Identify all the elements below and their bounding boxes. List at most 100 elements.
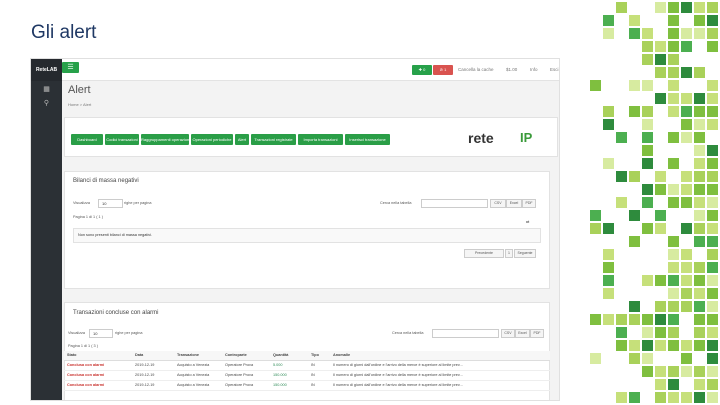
mosaic-square: [694, 327, 705, 338]
status-cell[interactable]: Conclusa con alarmi: [64, 370, 132, 381]
logout-link[interactable]: Esci: [550, 67, 559, 72]
grid-icon[interactable]: ▦: [42, 85, 51, 94]
section1-search-input[interactable]: [421, 199, 488, 208]
mosaic-square: [603, 249, 614, 260]
mosaic-square: [655, 392, 666, 403]
share-icon[interactable]: ⚲: [42, 99, 51, 108]
section1-paging-info: Pagina 1 di 1 ( 1 ): [73, 215, 103, 219]
breadcrumb[interactable]: Home > Alert: [68, 102, 91, 107]
mosaic-square: [642, 184, 653, 195]
mosaic-square: [694, 93, 705, 104]
alerts-badge[interactable]: ⊘ 1: [433, 65, 453, 75]
mosaic-square: [681, 301, 692, 312]
column-header[interactable]: Anomalie: [330, 351, 550, 361]
mosaic-square: [694, 236, 705, 247]
column-header[interactable]: Quantità: [270, 351, 308, 361]
mosaic-square: [642, 197, 653, 208]
section1-empty-message: Non sono presenti bilanci di massa negat…: [78, 233, 153, 237]
mosaic-square: [681, 223, 692, 234]
mosaic-square: [616, 327, 627, 338]
section1-page-button[interactable]: 1: [505, 249, 513, 258]
mosaic-square: [616, 340, 627, 351]
column-header[interactable]: Stato: [64, 351, 132, 361]
mosaic-square: [694, 379, 705, 390]
mosaic-square: [707, 41, 718, 52]
logo-rete-text: rete: [468, 130, 494, 146]
mosaic-square: [603, 158, 614, 169]
page-title: Alert: [68, 84, 91, 96]
column-header[interactable]: Data: [132, 351, 174, 361]
nav-codici-button[interactable]: Codici transazioni: [105, 134, 139, 145]
currency-link[interactable]: $1.00: [506, 67, 517, 72]
column-header[interactable]: Controparte: [222, 351, 270, 361]
mosaic-square: [681, 262, 692, 273]
mosaic-square: [707, 366, 718, 377]
section1-prev-button[interactable]: Precedente: [464, 249, 504, 258]
clear-cache-link[interactable]: Cancella la cache: [458, 67, 494, 72]
table-row[interactable]: Conclusa con alarmi 2019-12-19 Acquisto …: [64, 380, 550, 391]
mosaic-square: [694, 15, 705, 26]
mosaic-square: [655, 184, 666, 195]
nav-importa-button[interactable]: Importa transazioni: [298, 134, 343, 145]
mosaic-square: [707, 28, 718, 39]
section1-csv-button[interactable]: CSV: [490, 199, 506, 208]
mosaic-square: [655, 366, 666, 377]
section1-pdf-button[interactable]: PDF: [522, 199, 536, 208]
mosaic-square: [668, 132, 679, 143]
nav-periodiche-button[interactable]: Operazioni periodiche: [191, 134, 233, 145]
nav-inserisci-button[interactable]: Inserisci transazione: [345, 134, 390, 145]
mosaic-square: [707, 197, 718, 208]
section2-search-input[interactable]: [432, 329, 499, 338]
nav-dashboard-button[interactable]: Dashboard: [71, 134, 103, 145]
mosaic-square: [668, 288, 679, 299]
mosaic-square: [694, 223, 705, 234]
mosaic-square: [642, 353, 653, 364]
transaction-cell: Acquisto a Venezia: [174, 380, 222, 391]
section1-rows-label: righe per pagina: [124, 201, 152, 205]
date-cell: 2019-12-19: [132, 360, 174, 371]
counterpart-cell: Operatore Prova: [222, 360, 270, 371]
status-cell[interactable]: Conclusa con alarmi: [64, 380, 132, 391]
status-cell[interactable]: Conclusa con alarmi: [64, 360, 132, 371]
mosaic-square: [681, 184, 692, 195]
column-visibility-icon[interactable]: ⇄: [526, 219, 529, 224]
column-header[interactable]: Tipo: [308, 351, 330, 361]
mosaic-square: [655, 2, 666, 13]
mosaic-square: [616, 392, 627, 403]
section2-rows-select[interactable]: 10: [89, 329, 113, 338]
nav-registrate-button[interactable]: Transazioni registrate: [251, 134, 296, 145]
mosaic-square: [668, 262, 679, 273]
mosaic-square: [629, 301, 640, 312]
table-row[interactable]: Conclusa con alarmi 2019-12-19 Acquisto …: [64, 370, 550, 381]
section2-rows-label: righe per pagina: [115, 331, 143, 335]
notifications-badge[interactable]: ✚ 0: [412, 65, 432, 75]
mosaic-square: [694, 392, 705, 403]
column-header[interactable]: Transazione: [174, 351, 222, 361]
mosaic-square: [668, 275, 679, 286]
mosaic-square: [629, 210, 640, 221]
section1-excel-button[interactable]: Excel: [506, 199, 522, 208]
mosaic-square: [668, 28, 679, 39]
mosaic-square: [707, 158, 718, 169]
menu-toggle-button[interactable]: ☰: [62, 62, 79, 73]
mosaic-square: [590, 314, 601, 325]
section2-csv-button[interactable]: CSV: [501, 329, 515, 338]
info-link[interactable]: Info: [530, 67, 538, 72]
nav-raggruppamenti-button[interactable]: Raggruppamenti operazioni: [141, 134, 189, 145]
section1-rows-select[interactable]: 10: [98, 199, 123, 208]
mosaic-square: [681, 249, 692, 260]
mosaic-square: [681, 171, 692, 182]
mosaic-square: [603, 275, 614, 286]
mosaic-square: [629, 106, 640, 117]
mosaic-square: [668, 67, 679, 78]
mosaic-square: [629, 171, 640, 182]
section2-excel-button[interactable]: Excel: [515, 329, 530, 338]
section1-next-button[interactable]: Seguente: [514, 249, 536, 258]
nav-alert-button[interactable]: Alert: [235, 134, 249, 145]
quantity-cell: 150.000: [270, 370, 308, 381]
mosaic-square: [642, 132, 653, 143]
mosaic-square: [707, 80, 718, 91]
section2-pdf-button[interactable]: PDF: [530, 329, 544, 338]
mosaic-square: [603, 119, 614, 130]
table-row[interactable]: Conclusa con alarmi 2019-12-19 Acquisto …: [64, 360, 550, 371]
